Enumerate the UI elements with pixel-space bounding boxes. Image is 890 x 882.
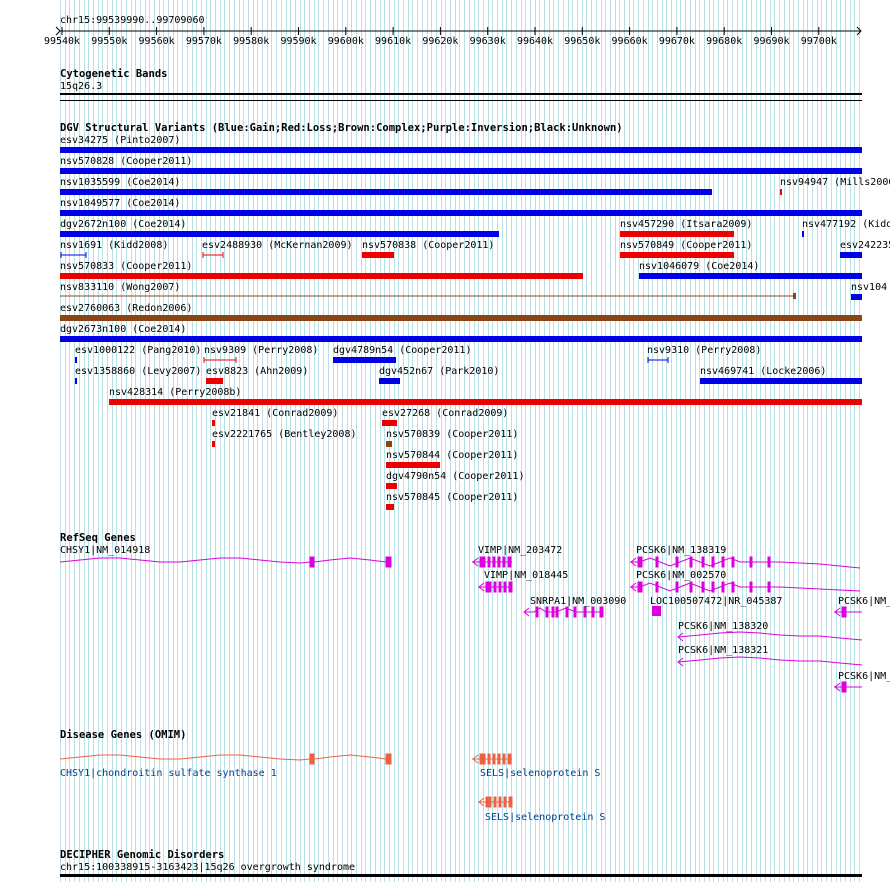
decipher-bar[interactable] [60, 874, 862, 877]
genome-browser-view: chr15:99539990..99709060 99540k 99550k 995… [0, 0, 890, 882]
omim-gene-models [59, 753, 513, 808]
omim-gene-chsy1[interactable] [59, 753, 392, 765]
omim-gene-label[interactable]: CHSY1|chondroitin sulfate synthase 1 [60, 768, 277, 779]
omim-gene-sels-2[interactable] [478, 796, 513, 808]
omim-gene-label[interactable]: SELS|selenoprotein S [480, 768, 600, 779]
track-title-decipher: DECIPHER Genomic Disorders [60, 849, 225, 861]
omim-gene-label[interactable]: SELS|selenoprotein S [485, 812, 605, 823]
decipher-label: chr15:100338915-3163423|15q26 overgrowth… [60, 862, 356, 873]
omim-gene-sels-1[interactable] [472, 753, 512, 765]
